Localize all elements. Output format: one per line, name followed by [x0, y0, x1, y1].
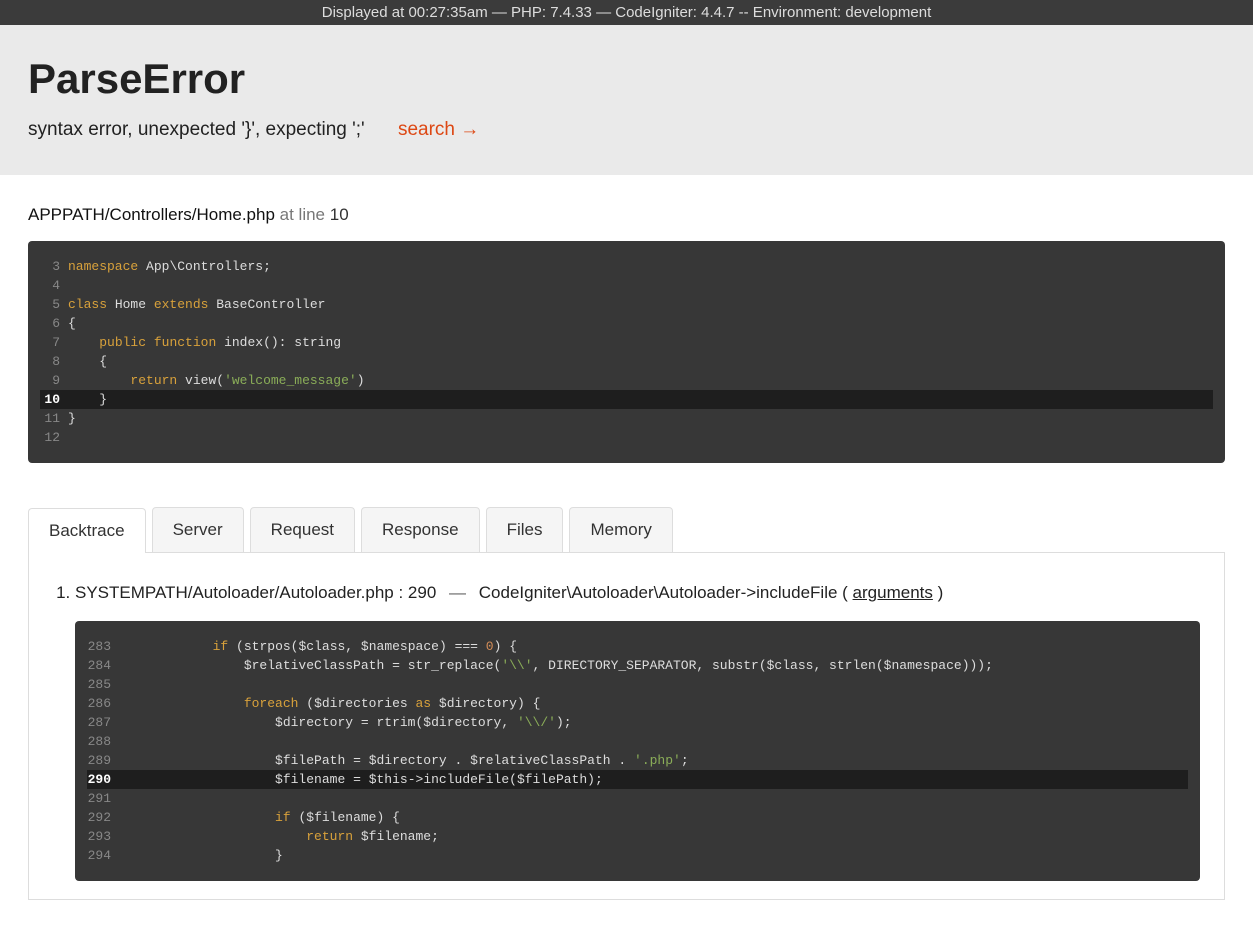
code-content: } — [68, 390, 1213, 409]
code-line: 5class Home extends BaseController — [40, 295, 1213, 314]
code-line: 288 — [87, 732, 1188, 751]
trace-separator: — — [441, 583, 474, 602]
code-line: 293 return $filename; — [87, 827, 1188, 846]
arguments-toggle[interactable]: arguments — [853, 583, 933, 602]
tab-response[interactable]: Response — [361, 507, 480, 552]
line-number: 291 — [87, 789, 119, 808]
code-content: public function index(): string — [68, 333, 1213, 352]
code-content: { — [68, 314, 1213, 333]
line-number: 7 — [40, 333, 68, 352]
line-number: 290 — [87, 770, 119, 789]
source-line-number: 10 — [330, 205, 349, 224]
trace-code-box: 283 if (strpos($class, $namespace) === 0… — [75, 621, 1200, 881]
tab-files[interactable]: Files — [486, 507, 564, 552]
code-content: foreach ($directories as $directory) { — [119, 694, 1188, 713]
backtrace-item: SYSTEMPATH/Autoloader/Autoloader.php : 2… — [75, 583, 1200, 881]
line-number: 3 — [40, 257, 68, 276]
line-number: 288 — [87, 732, 119, 751]
line-number: 12 — [40, 428, 68, 447]
code-line: 7 public function index(): string — [40, 333, 1213, 352]
code-line: 10 } — [40, 390, 1213, 409]
code-line: 287 $directory = rtrim($directory, '\\/'… — [87, 713, 1188, 732]
code-content — [119, 789, 1188, 808]
code-line: 3namespace App\Controllers; — [40, 257, 1213, 276]
line-number: 287 — [87, 713, 119, 732]
code-content: $filename = $this->includeFile($filePath… — [119, 770, 1188, 789]
code-line: 9 return view('welcome_message') — [40, 371, 1213, 390]
code-content: namespace App\Controllers; — [68, 257, 1213, 276]
line-number: 9 — [40, 371, 68, 390]
line-number: 284 — [87, 656, 119, 675]
code-line: 283 if (strpos($class, $namespace) === 0… — [87, 637, 1188, 656]
code-content: return view('welcome_message') — [68, 371, 1213, 390]
code-content — [119, 732, 1188, 751]
line-number: 286 — [87, 694, 119, 713]
tab-content: SYSTEMPATH/Autoloader/Autoloader.php : 2… — [28, 553, 1225, 900]
code-content: if (strpos($class, $namespace) === 0) { — [119, 637, 1188, 656]
error-title: ParseError — [28, 55, 1225, 103]
code-line: 292 if ($filename) { — [87, 808, 1188, 827]
code-content: $relativeClassPath = str_replace('\\', D… — [119, 656, 1188, 675]
line-number: 8 — [40, 352, 68, 371]
trace-file: SYSTEMPATH/Autoloader/Autoloader.php : 2… — [75, 583, 436, 602]
code-content: } — [119, 846, 1188, 865]
tab-backtrace[interactable]: Backtrace — [28, 508, 146, 553]
code-line: 11} — [40, 409, 1213, 428]
error-header: ParseError syntax error, unexpected '}',… — [0, 25, 1253, 175]
code-line: 6{ — [40, 314, 1213, 333]
code-content: $directory = rtrim($directory, '\\/'); — [119, 713, 1188, 732]
source-path: APPPATH/Controllers/Home.php — [28, 205, 275, 224]
line-number: 6 — [40, 314, 68, 333]
line-number: 289 — [87, 751, 119, 770]
line-number: 293 — [87, 827, 119, 846]
code-line: 284 $relativeClassPath = str_replace('\\… — [87, 656, 1188, 675]
main-container: APPPATH/Controllers/Home.php at line 10 … — [0, 175, 1253, 930]
tab-server[interactable]: Server — [152, 507, 244, 552]
line-number: 285 — [87, 675, 119, 694]
code-content: class Home extends BaseController — [68, 295, 1213, 314]
tab-memory[interactable]: Memory — [569, 507, 672, 552]
code-line: 290 $filename = $this->includeFile($file… — [87, 770, 1188, 789]
error-message: syntax error, unexpected '}', expecting … — [28, 119, 365, 140]
code-line: 12 — [40, 428, 1213, 447]
code-line: 291 — [87, 789, 1188, 808]
code-content: $filePath = $directory . $relativeClassP… — [119, 751, 1188, 770]
code-line: 289 $filePath = $directory . $relativeCl… — [87, 751, 1188, 770]
code-line: 286 foreach ($directories as $directory)… — [87, 694, 1188, 713]
code-line: 294 } — [87, 846, 1188, 865]
line-number: 10 — [40, 390, 68, 409]
source-file-line: APPPATH/Controllers/Home.php at line 10 — [28, 205, 1225, 225]
code-line: 4 — [40, 276, 1213, 295]
line-number: 5 — [40, 295, 68, 314]
line-number: 283 — [87, 637, 119, 656]
code-content: return $filename; — [119, 827, 1188, 846]
line-number: 292 — [87, 808, 119, 827]
line-number: 11 — [40, 409, 68, 428]
status-bar: Displayed at 00:27:35am — PHP: 7.4.33 — … — [0, 0, 1253, 25]
trace-call: CodeIgniter\Autoloader\Autoloader->inclu… — [479, 583, 848, 602]
code-content — [119, 675, 1188, 694]
line-number: 294 — [87, 846, 119, 865]
code-content: } — [68, 409, 1213, 428]
code-line: 285 — [87, 675, 1188, 694]
source-code-box: 3namespace App\Controllers;4 5class Home… — [28, 241, 1225, 463]
code-content — [68, 276, 1213, 295]
code-content — [68, 428, 1213, 447]
at-line-text: at line — [275, 205, 330, 224]
line-number: 4 — [40, 276, 68, 295]
code-content: { — [68, 352, 1213, 371]
code-line: 8 { — [40, 352, 1213, 371]
trace-call-close: ) — [938, 583, 944, 602]
code-content: if ($filename) { — [119, 808, 1188, 827]
search-link[interactable]: search → — [398, 119, 479, 140]
tab-request[interactable]: Request — [250, 507, 355, 552]
tabs-bar: BacktraceServerRequestResponseFilesMemor… — [28, 507, 1225, 553]
